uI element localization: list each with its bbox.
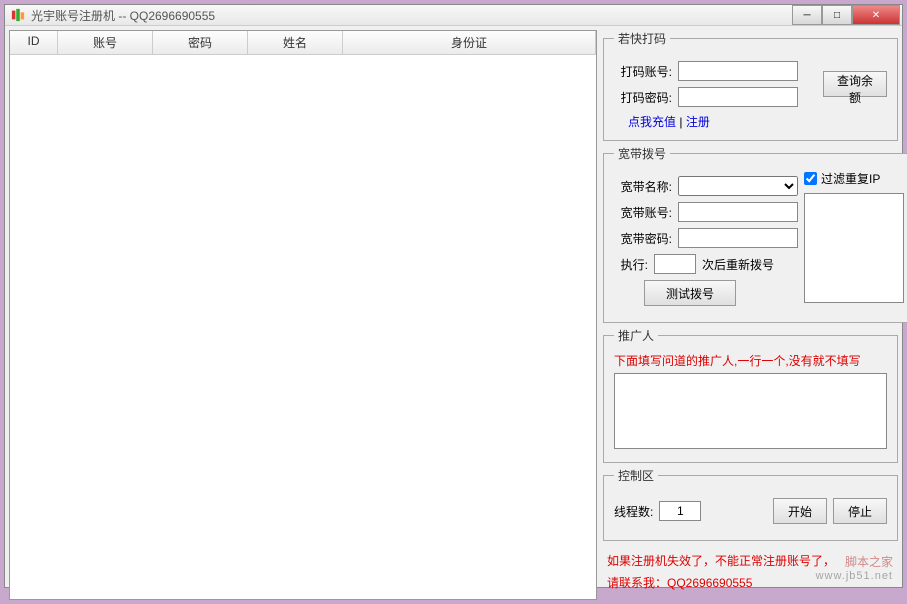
bb-account-label: 宽带账号: [614, 204, 672, 221]
recharge-link[interactable]: 点我充值 [628, 115, 676, 129]
right-panel: 若快打码 打码账号: 打码密码: 查询余额 [603, 30, 898, 600]
data-table[interactable]: ID 账号 密码 姓名 身份证 [9, 30, 597, 600]
filter-ip-row[interactable]: 过滤重复IP [804, 170, 904, 187]
broadband-group: 宽带拨号 宽带名称: 宽带账号: 宽带密码: [603, 145, 907, 323]
minimize-button[interactable]: ─ [792, 5, 822, 25]
query-balance-button[interactable]: 查询余额 [823, 71, 887, 97]
control-legend: 控制区 [614, 467, 658, 484]
filter-ip-label: 过滤重复IP [821, 170, 880, 187]
window-controls: ─ □ ✕ [792, 5, 900, 25]
promoter-group: 推广人 下面填写问道的推广人,一行一个,没有就不填写 [603, 327, 898, 463]
table-header: ID 账号 密码 姓名 身份证 [10, 31, 596, 55]
redial-suffix: 次后重新拨号 [702, 256, 774, 273]
col-id[interactable]: ID [10, 31, 58, 54]
bb-name-select[interactable] [678, 176, 798, 196]
close-button[interactable]: ✕ [852, 5, 900, 25]
content: ID 账号 密码 姓名 身份证 若快打码 打码账号: [5, 26, 902, 604]
footer-line1: 如果注册机失效了，不能正常注册账号了， [607, 551, 894, 573]
bb-account-input[interactable] [678, 202, 798, 222]
bb-password-label: 宽带密码: [614, 230, 672, 247]
table-body [10, 55, 596, 599]
test-dial-button[interactable]: 测试拨号 [644, 280, 736, 306]
exec-label: 执行: [614, 256, 648, 273]
app-icon [11, 8, 25, 22]
app-window: 光宇账号注册机 -- QQ2696690555 ─ □ ✕ ID 账号 密码 姓… [4, 4, 903, 588]
exec-count-input[interactable] [654, 254, 696, 274]
col-account[interactable]: 账号 [58, 31, 153, 54]
dama-account-label: 打码账号: [614, 63, 672, 80]
footer-line2: 请联系我：QQ2696690555 [607, 573, 894, 595]
maximize-button[interactable]: □ [822, 5, 852, 25]
filter-ip-checkbox[interactable] [804, 172, 817, 185]
bb-password-input[interactable] [678, 228, 798, 248]
col-password[interactable]: 密码 [153, 31, 248, 54]
stop-button[interactable]: 停止 [833, 498, 887, 524]
ruokuai-group: 若快打码 打码账号: 打码密码: 查询余额 [603, 30, 898, 141]
promoter-hint: 下面填写问道的推广人,一行一个,没有就不填写 [614, 352, 887, 369]
ruokuai-legend: 若快打码 [614, 30, 670, 47]
dama-account-input[interactable] [678, 61, 798, 81]
titlebar: 光宇账号注册机 -- QQ2696690555 ─ □ ✕ [5, 5, 902, 26]
col-idcard[interactable]: 身份证 [343, 31, 596, 54]
control-group: 控制区 线程数: 开始 停止 [603, 467, 898, 541]
start-button[interactable]: 开始 [773, 498, 827, 524]
window-title: 光宇账号注册机 -- QQ2696690555 [31, 7, 792, 24]
bb-name-label: 宽带名称: [614, 178, 672, 195]
dama-password-label: 打码密码: [614, 89, 672, 106]
ip-listbox[interactable] [804, 193, 904, 303]
register-link[interactable]: 注册 [686, 115, 710, 129]
broadband-legend: 宽带拨号 [614, 145, 670, 162]
threads-label: 线程数: [614, 503, 653, 520]
dama-password-input[interactable] [678, 87, 798, 107]
col-name[interactable]: 姓名 [248, 31, 343, 54]
promoter-textarea[interactable] [614, 373, 887, 449]
promoter-legend: 推广人 [614, 327, 658, 344]
threads-input[interactable] [659, 501, 701, 521]
